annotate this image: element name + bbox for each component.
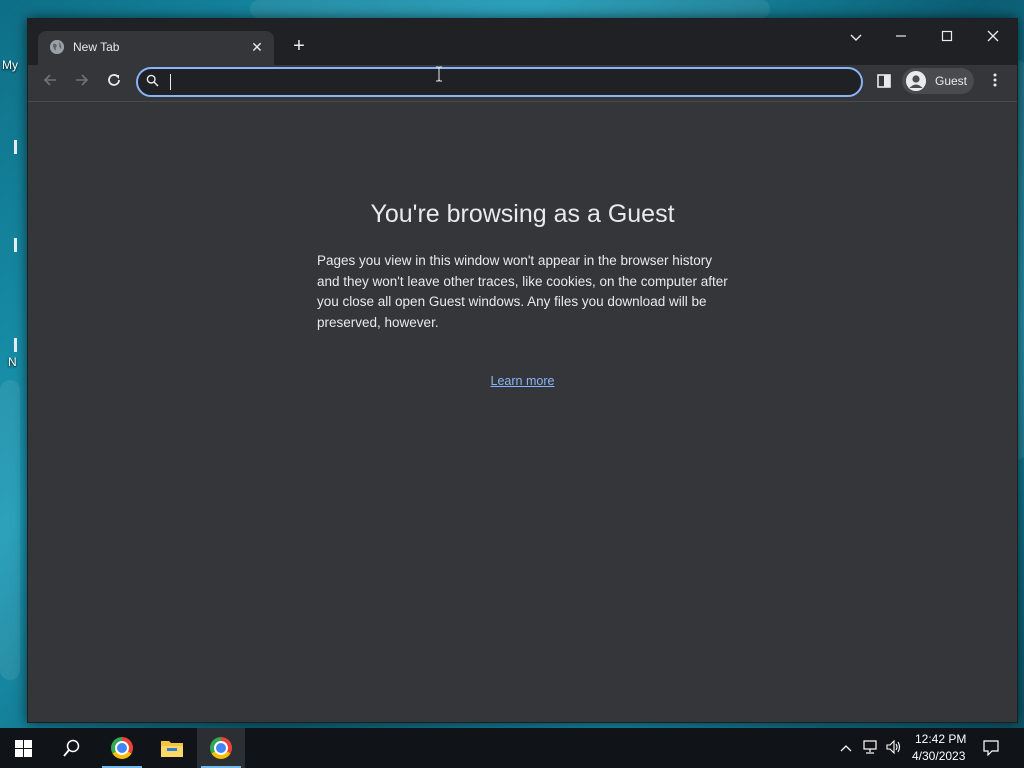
network-icon xyxy=(863,740,877,754)
taskbar-chrome-active[interactable] xyxy=(197,728,245,768)
desktop-icon-label[interactable]: My xyxy=(2,58,18,72)
tab-new-tab[interactable]: New Tab ✕ xyxy=(38,31,274,65)
minimize-icon xyxy=(896,35,906,37)
desktop-icon[interactable] xyxy=(14,338,17,352)
maximize-button[interactable] xyxy=(932,27,962,47)
notification-icon xyxy=(983,740,999,757)
new-tab-button[interactable]: + xyxy=(288,35,310,57)
chrome-icon xyxy=(111,737,133,759)
notifications-button[interactable] xyxy=(983,740,999,759)
chevron-down-icon xyxy=(850,34,862,41)
avatar-icon xyxy=(906,71,926,91)
reload-button[interactable] xyxy=(102,71,126,95)
windows-icon xyxy=(15,740,32,757)
learn-more-label[interactable]: Learn more xyxy=(491,374,555,388)
side-panel-icon xyxy=(877,74,891,88)
toolbar: Guest xyxy=(28,65,1017,102)
page-title: You're browsing as a Guest xyxy=(370,200,675,228)
clock-date[interactable]: 4/30/2023 xyxy=(912,749,965,763)
network-button[interactable] xyxy=(863,740,879,757)
more-vert-icon xyxy=(993,73,997,87)
clock-time[interactable]: 12:42 PM xyxy=(915,732,966,746)
title-bar[interactable]: New Tab ✕ + xyxy=(28,19,1017,65)
profile-button[interactable]: Guest xyxy=(902,68,974,94)
globe-icon xyxy=(50,40,64,54)
tab-search-button[interactable] xyxy=(841,27,871,47)
arrow-right-icon xyxy=(76,74,89,86)
taskbar-file-explorer[interactable] xyxy=(148,728,196,768)
speaker-icon xyxy=(886,739,901,755)
side-panel-button[interactable] xyxy=(877,74,891,88)
taskbar-chrome[interactable] xyxy=(98,728,146,768)
desktop-icon[interactable] xyxy=(14,238,17,252)
desktop-icon[interactable] xyxy=(14,140,17,154)
chevron-up-icon xyxy=(840,745,852,752)
folder-icon xyxy=(161,741,183,757)
text-caret xyxy=(170,74,171,90)
desktop-icon-label[interactable]: N xyxy=(8,355,17,369)
browser-window: New Tab ✕ + Guest You're browsing as a G… xyxy=(27,18,1018,723)
close-icon[interactable]: ✕ xyxy=(248,38,266,56)
tab-title: New Tab xyxy=(73,40,120,54)
learn-more-link[interactable]: Learn more xyxy=(28,374,1017,388)
chrome-icon xyxy=(210,737,232,759)
minimize-button[interactable] xyxy=(886,27,916,47)
back-button[interactable] xyxy=(38,71,62,95)
taskbar: 12:42 PM 4/30/2023 xyxy=(0,728,1024,768)
close-window-button[interactable] xyxy=(978,27,1008,47)
arrow-left-icon xyxy=(43,74,56,86)
page-content: You're browsing as a Guest Pages you vie… xyxy=(28,102,1017,722)
profile-label: Guest xyxy=(935,74,968,88)
tray-overflow-button[interactable] xyxy=(840,740,852,755)
address-input[interactable] xyxy=(168,72,852,94)
reload-icon xyxy=(108,74,120,86)
search-icon xyxy=(146,74,159,87)
search-button[interactable] xyxy=(48,728,96,768)
forward-button[interactable] xyxy=(70,71,94,95)
address-bar[interactable] xyxy=(136,67,863,97)
maximize-icon xyxy=(941,30,953,42)
menu-button[interactable] xyxy=(986,71,1004,95)
search-icon xyxy=(63,739,80,757)
start-button[interactable] xyxy=(0,728,48,768)
volume-button[interactable] xyxy=(886,739,902,757)
ibeam-cursor-icon xyxy=(435,66,443,85)
close-icon xyxy=(987,30,999,42)
guest-description: Pages you view in this window won't appe… xyxy=(317,253,728,330)
